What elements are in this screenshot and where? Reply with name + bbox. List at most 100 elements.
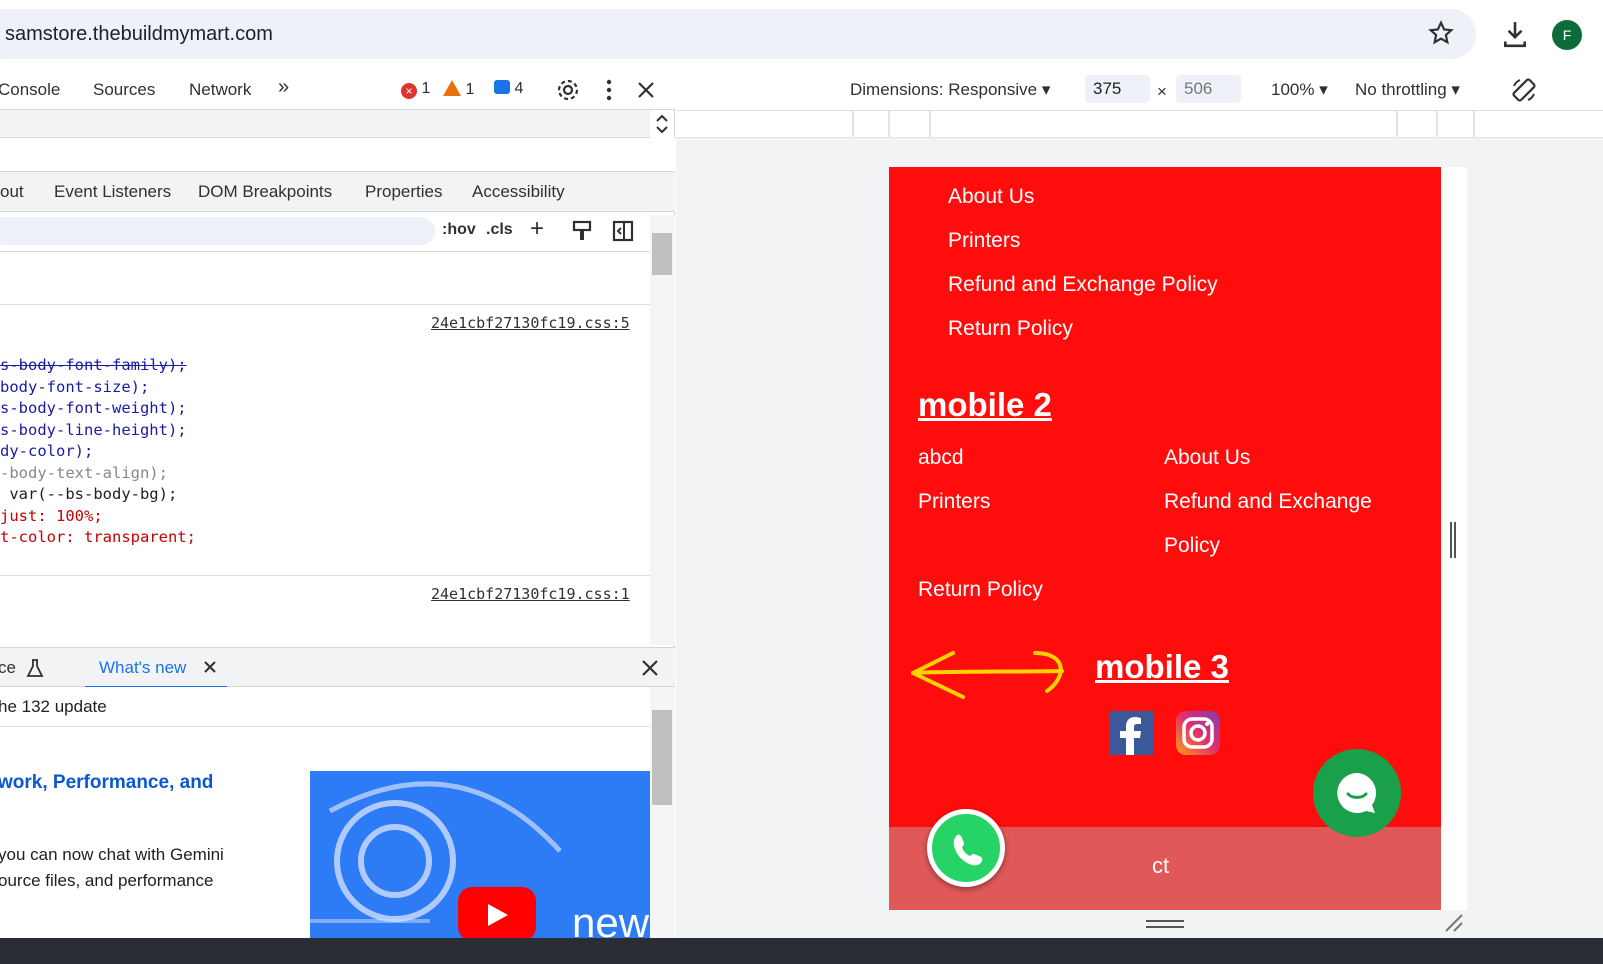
close-drawer-icon[interactable] bbox=[641, 659, 659, 677]
footer-link[interactable]: About Us bbox=[948, 185, 1034, 209]
footer-link[interactable]: abcd bbox=[918, 446, 964, 470]
viewport-resize-gutter[interactable] bbox=[1441, 167, 1467, 910]
media-query-ruler bbox=[676, 110, 1603, 138]
warning-icon bbox=[443, 80, 461, 96]
section-heading: mobile 3 bbox=[1095, 648, 1229, 685]
profile-avatar[interactable]: F bbox=[1552, 20, 1582, 50]
css-line[interactable]: s-body-font-weight); bbox=[0, 399, 187, 417]
flask-icon bbox=[26, 659, 44, 677]
times-separator: × bbox=[1157, 82, 1167, 101]
chevron-down-icon: ▾ bbox=[1041, 80, 1051, 99]
tab-whats-new[interactable]: What's new bbox=[85, 648, 227, 688]
source-link[interactable]: 24e1cbf27130fc19.css:5 bbox=[431, 314, 630, 332]
gear-icon[interactable] bbox=[556, 78, 580, 102]
chat-bubble-icon bbox=[1337, 773, 1377, 813]
close-devtools-icon[interactable] bbox=[636, 80, 656, 100]
elements-row bbox=[0, 138, 675, 172]
url-text: samstore.thebuildmymart.com bbox=[5, 23, 273, 45]
bookmark-star-icon[interactable] bbox=[1428, 20, 1454, 46]
download-icon[interactable] bbox=[1502, 20, 1528, 48]
dom-breadcrumb-bar bbox=[0, 110, 668, 138]
drawer-tab-bar: ce What's new bbox=[0, 647, 675, 688]
error-count[interactable]: × 1 bbox=[401, 80, 430, 99]
drawer-scroll-thumb[interactable] bbox=[652, 710, 672, 805]
instagram-icon[interactable] bbox=[1176, 711, 1220, 755]
tab-sources[interactable]: Sources bbox=[93, 80, 155, 100]
subtab-event-listeners[interactable]: Event Listeners bbox=[54, 182, 171, 202]
bottom-resize-handle-line bbox=[1146, 926, 1184, 928]
footer-bar-text: ct bbox=[1152, 853, 1170, 878]
styles-scroll-thumb[interactable] bbox=[652, 233, 672, 275]
subtab-accessibility[interactable]: Accessibility bbox=[472, 182, 565, 202]
tab-performance-insights[interactable]: ce bbox=[0, 658, 16, 678]
message-icon bbox=[494, 80, 510, 94]
css-line[interactable]: dy-color); bbox=[0, 442, 93, 460]
styles-filter-row: :hov .cls + bbox=[0, 212, 650, 252]
height-input[interactable]: 506 bbox=[1176, 75, 1241, 103]
devtools-panel: Console Sources Network » × 1 1 4 out Ev… bbox=[0, 70, 675, 964]
styles-subtab-bar: out Event Listeners DOM Breakpoints Prop… bbox=[0, 172, 675, 212]
cls-toggle[interactable]: .cls bbox=[486, 221, 513, 239]
footer-link[interactable]: Return Policy bbox=[918, 578, 1043, 602]
tab-console[interactable]: Console bbox=[0, 80, 60, 100]
chevron-down-icon: ▾ bbox=[1451, 80, 1460, 99]
device-emulation-area: Dimensions: Responsive ▾ 375 × 506 100% … bbox=[676, 70, 1603, 964]
youtube-play-icon[interactable] bbox=[458, 887, 536, 941]
footer-link[interactable]: Refund and Exchange Policy bbox=[948, 273, 1218, 297]
article-heading[interactable]: work, Performance, and bbox=[0, 772, 213, 794]
throttling-select[interactable]: No throttling ▾ bbox=[1355, 80, 1460, 100]
css-line[interactable]: s-body-font-family); bbox=[0, 356, 187, 374]
subtab-properties[interactable]: Properties bbox=[365, 182, 442, 202]
subtab-layout[interactable]: out bbox=[0, 182, 24, 202]
footer-link[interactable]: Policy bbox=[1164, 534, 1220, 558]
footer-link[interactable]: Printers bbox=[948, 229, 1020, 253]
css-line[interactable]: -body-text-align); bbox=[0, 464, 168, 482]
subtab-dom-breakpoints[interactable]: DOM Breakpoints bbox=[198, 182, 332, 202]
css-line[interactable]: t-color: transparent; bbox=[0, 528, 196, 546]
css-line[interactable]: s-body-line-height); bbox=[0, 421, 187, 439]
dimensions-select[interactable]: Dimensions: Responsive ▾ bbox=[850, 80, 1050, 100]
footer-link[interactable]: Return Policy bbox=[948, 317, 1073, 341]
sidebar-toggle-icon[interactable] bbox=[612, 220, 634, 242]
source-link[interactable]: 24e1cbf27130fc19.css:1 bbox=[431, 585, 630, 603]
more-tabs-icon[interactable]: » bbox=[278, 76, 289, 99]
devtools-tab-bar: Console Sources Network » × 1 1 4 bbox=[0, 70, 675, 110]
css-line[interactable]: body-font-size); bbox=[0, 378, 149, 396]
bottom-resize-handle[interactable] bbox=[1146, 920, 1184, 922]
phone-icon bbox=[953, 834, 983, 866]
styles-pane: 24e1cbf27130fc19.css:5 s-body-font-famil… bbox=[0, 252, 650, 647]
facebook-icon[interactable] bbox=[1109, 711, 1153, 755]
address-bar[interactable]: samstore.thebuildmymart.com bbox=[0, 9, 1476, 59]
rotate-icon[interactable] bbox=[1510, 76, 1538, 104]
taskbar-edge bbox=[0, 938, 1603, 964]
kebab-menu-icon[interactable] bbox=[600, 78, 618, 102]
close-tab-icon[interactable] bbox=[203, 660, 217, 674]
corner-resize-icon[interactable] bbox=[1444, 913, 1464, 933]
footer-link[interactable]: Printers bbox=[918, 490, 990, 514]
width-input[interactable]: 375 bbox=[1085, 75, 1150, 103]
styles-filter-input[interactable] bbox=[0, 217, 435, 245]
footer-link[interactable]: Refund and Exchange bbox=[1164, 490, 1372, 514]
scroll-arrows-icon[interactable] bbox=[654, 112, 670, 136]
warning-count[interactable]: 1 bbox=[443, 80, 474, 99]
zoom-select[interactable]: 100% ▾ bbox=[1271, 80, 1328, 100]
new-rule-button[interactable]: + bbox=[530, 215, 544, 243]
styles-scrollbar[interactable] bbox=[650, 215, 675, 645]
paint-brush-icon[interactable] bbox=[572, 220, 592, 242]
css-line[interactable]: var(--bs-body-bg); bbox=[0, 485, 177, 503]
mobile-viewport: About Us Printers Refund and Exchange Po… bbox=[889, 167, 1441, 910]
update-title: he 132 update bbox=[0, 697, 107, 716]
footer-link[interactable]: About Us bbox=[1164, 446, 1250, 470]
chat-widget-button[interactable] bbox=[1313, 749, 1401, 837]
section-heading: mobile 2 bbox=[918, 386, 1052, 423]
hov-toggle[interactable]: :hov bbox=[442, 221, 476, 239]
whatsapp-button[interactable] bbox=[927, 809, 1005, 887]
browser-toolbar: samstore.thebuildmymart.com F bbox=[0, 0, 1603, 70]
tab-network[interactable]: Network bbox=[189, 80, 251, 100]
css-line[interactable]: just: 100%; bbox=[0, 507, 103, 525]
chevron-down-icon: ▾ bbox=[1319, 80, 1328, 99]
message-count[interactable]: 4 bbox=[494, 80, 523, 98]
article-text: you can now chat with Gemini bbox=[0, 845, 224, 864]
article-text: ource files, and performance bbox=[0, 871, 214, 890]
video-thumbnail[interactable]: new bbox=[310, 771, 650, 964]
